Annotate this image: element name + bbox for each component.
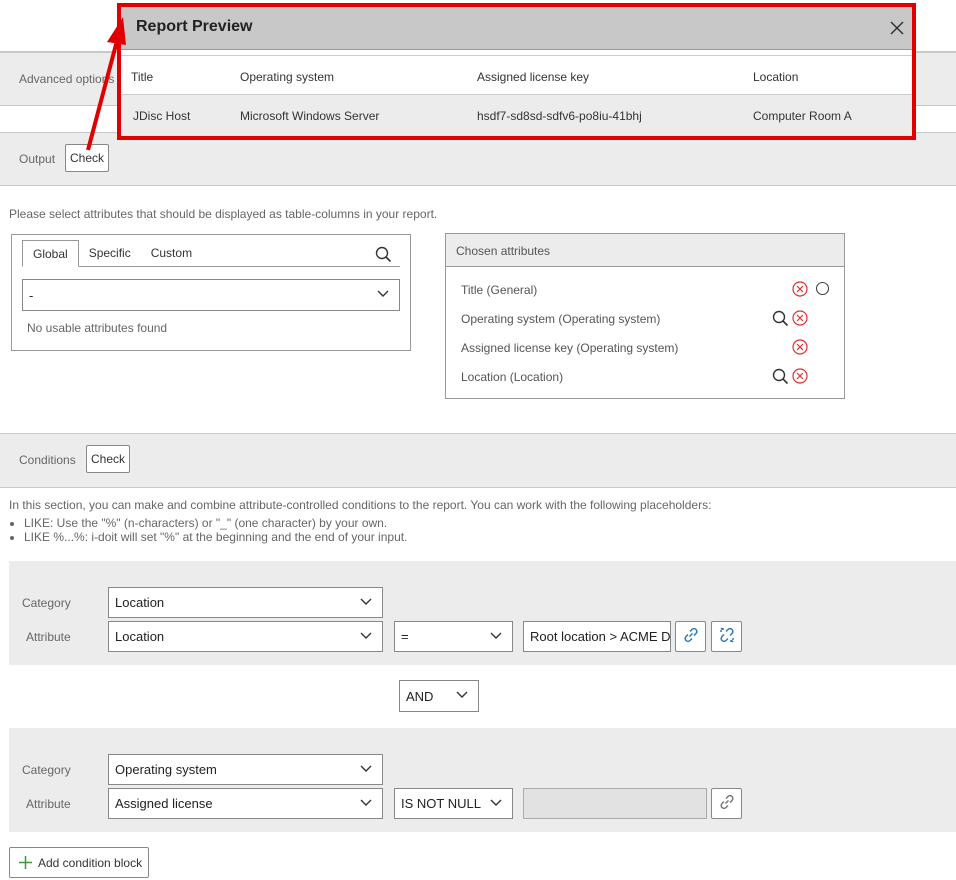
block2-value-field (523, 788, 707, 819)
add-condition-block-button[interactable]: Add condition block (9, 847, 149, 878)
conditions-intro: In this section, you can make and combin… (9, 498, 712, 512)
chosen-attribute-label: Assigned license key (Operating system) (461, 341, 679, 355)
chevron-down-icon (490, 795, 502, 810)
chosen-attributes-title: Chosen attributes (456, 244, 551, 258)
chevron-down-icon (377, 286, 389, 301)
search-icon[interactable] (772, 368, 789, 388)
condition-block-2: Category Operating system Attribute Assi… (9, 728, 956, 832)
bullet-like-wildcard: LIKE %...%: i-doit will set "%" at the b… (24, 530, 407, 544)
chosen-attribute-row[interactable]: Location (Location) (461, 368, 831, 388)
block1-category-select[interactable]: Location (108, 587, 383, 618)
remove-icon[interactable] (792, 368, 808, 387)
block1-unlink-button[interactable] (711, 621, 742, 652)
remove-icon[interactable] (792, 281, 808, 300)
block1-category-value: Location (115, 595, 165, 610)
tab-global-label: Global (33, 246, 68, 261)
block1-operator-value: = (401, 629, 409, 644)
tab-global[interactable]: Global (22, 240, 79, 267)
cell-title: JDisc Host (133, 109, 191, 123)
attribute-selector-panel: Global Specific Custom - No usable attri… (11, 234, 411, 351)
annotation-arrow (86, 17, 126, 151)
cell-location: Computer Room A (753, 109, 852, 123)
block1-attribute-value: Location (115, 629, 165, 644)
tab-specific[interactable]: Specific (79, 240, 141, 266)
search-icon[interactable] (375, 246, 392, 266)
block2-attribute-select[interactable]: Assigned license (108, 788, 383, 819)
cell-os: Microsoft Windows Server (240, 109, 380, 123)
chevron-down-icon (360, 795, 372, 810)
report-preview-modal: Report Preview Title Operating system As… (117, 3, 916, 140)
link-icon (718, 793, 736, 814)
conditions-bullets: LIKE: Use the "%" (n-characters) or "_" … (9, 516, 407, 544)
unlink-icon (718, 626, 736, 647)
modal-header: Report Preview (121, 7, 912, 50)
block2-link-button[interactable] (711, 788, 742, 819)
chosen-attribute-label: Title (General) (461, 283, 538, 297)
chosen-attributes-header: Chosen attributes (446, 234, 844, 267)
chosen-attribute-label: Operating system (Operating system) (461, 312, 661, 326)
block1-value-field[interactable]: Root location > ACME D (523, 621, 671, 652)
tab-custom-label: Custom (150, 246, 193, 260)
attribute-select-value: - (29, 287, 34, 303)
conditions-check-button[interactable]: Check (86, 445, 130, 473)
modal-title: Report Preview (136, 18, 253, 35)
output-label: Output (19, 152, 56, 166)
chevron-down-icon (360, 594, 372, 609)
cell-license: hsdf7-sd8sd-sdfv6-po8iu-41bhj (477, 109, 642, 123)
modal-table-header-row: Title Operating system Assigned license … (121, 55, 912, 95)
condition-block-1: Category Location Attribute Location = R… (9, 561, 956, 665)
block1-attribute-select[interactable]: Location (108, 621, 383, 652)
block2-category-label: Category (22, 763, 71, 777)
chosen-attribute-row[interactable]: Operating system (Operating system) (461, 310, 831, 330)
block1-category-label: Category (22, 596, 71, 610)
block1-operator-select[interactable]: = (394, 621, 513, 652)
chosen-attributes-panel: Chosen attributes Title (General) Operati… (445, 233, 845, 399)
bullet-like: LIKE: Use the "%" (n-characters) or "_" … (24, 516, 407, 530)
conditions-check-label: Check (90, 452, 125, 466)
block2-category-value: Operating system (115, 762, 217, 777)
chevron-down-icon (360, 628, 372, 643)
col-header-location: Location (753, 70, 799, 84)
block1-value-text: Root location > ACME D (530, 629, 671, 644)
tab-specific-label: Specific (88, 246, 131, 260)
col-header-license: Assigned license key (477, 70, 590, 84)
block2-attribute-label: Attribute (26, 797, 71, 811)
link-icon (682, 626, 700, 647)
conditions-bar: Conditions Check (0, 433, 956, 488)
remove-icon[interactable] (792, 339, 808, 358)
conditions-label: Conditions (19, 453, 76, 467)
chosen-attribute-label: Location (Location) (461, 370, 564, 384)
search-icon[interactable] (772, 310, 789, 330)
modal-table-row[interactable]: JDisc Host Microsoft Windows Server hsdf… (121, 95, 912, 136)
attribute-tabs: Global Specific Custom (22, 240, 400, 267)
block2-attribute-value: Assigned license (115, 796, 213, 811)
block2-operator-value: IS NOT NULL (401, 796, 481, 811)
attribute-select[interactable]: - (22, 279, 400, 311)
block1-link-button[interactable] (675, 621, 706, 652)
tab-custom[interactable]: Custom (141, 240, 202, 266)
chosen-attribute-row[interactable]: Title (General) (461, 281, 831, 301)
col-header-title: Title (131, 70, 154, 84)
block2-operator-select[interactable]: IS NOT NULL (394, 788, 513, 819)
chevron-down-icon (360, 761, 372, 776)
chevron-down-icon (490, 628, 502, 643)
chosen-attribute-row[interactable]: Assigned license key (Operating system) (461, 339, 831, 359)
block1-attribute-label: Attribute (26, 630, 71, 644)
connector-value: AND (406, 688, 434, 704)
attribute-empty-text: No usable attributes found (27, 321, 168, 335)
close-icon[interactable] (890, 21, 904, 38)
sort-radio[interactable] (815, 281, 830, 299)
condition-connector-select[interactable]: AND (399, 680, 479, 712)
col-header-os: Operating system (240, 70, 335, 84)
plus-icon (18, 855, 33, 870)
remove-icon[interactable] (792, 310, 808, 329)
block2-category-select[interactable]: Operating system (108, 754, 383, 785)
chevron-down-icon (456, 687, 468, 702)
add-condition-block-label: Add condition block (38, 855, 143, 870)
output-bar: Output Check (0, 132, 956, 186)
output-hint: Please select attributes that should be … (9, 207, 438, 221)
